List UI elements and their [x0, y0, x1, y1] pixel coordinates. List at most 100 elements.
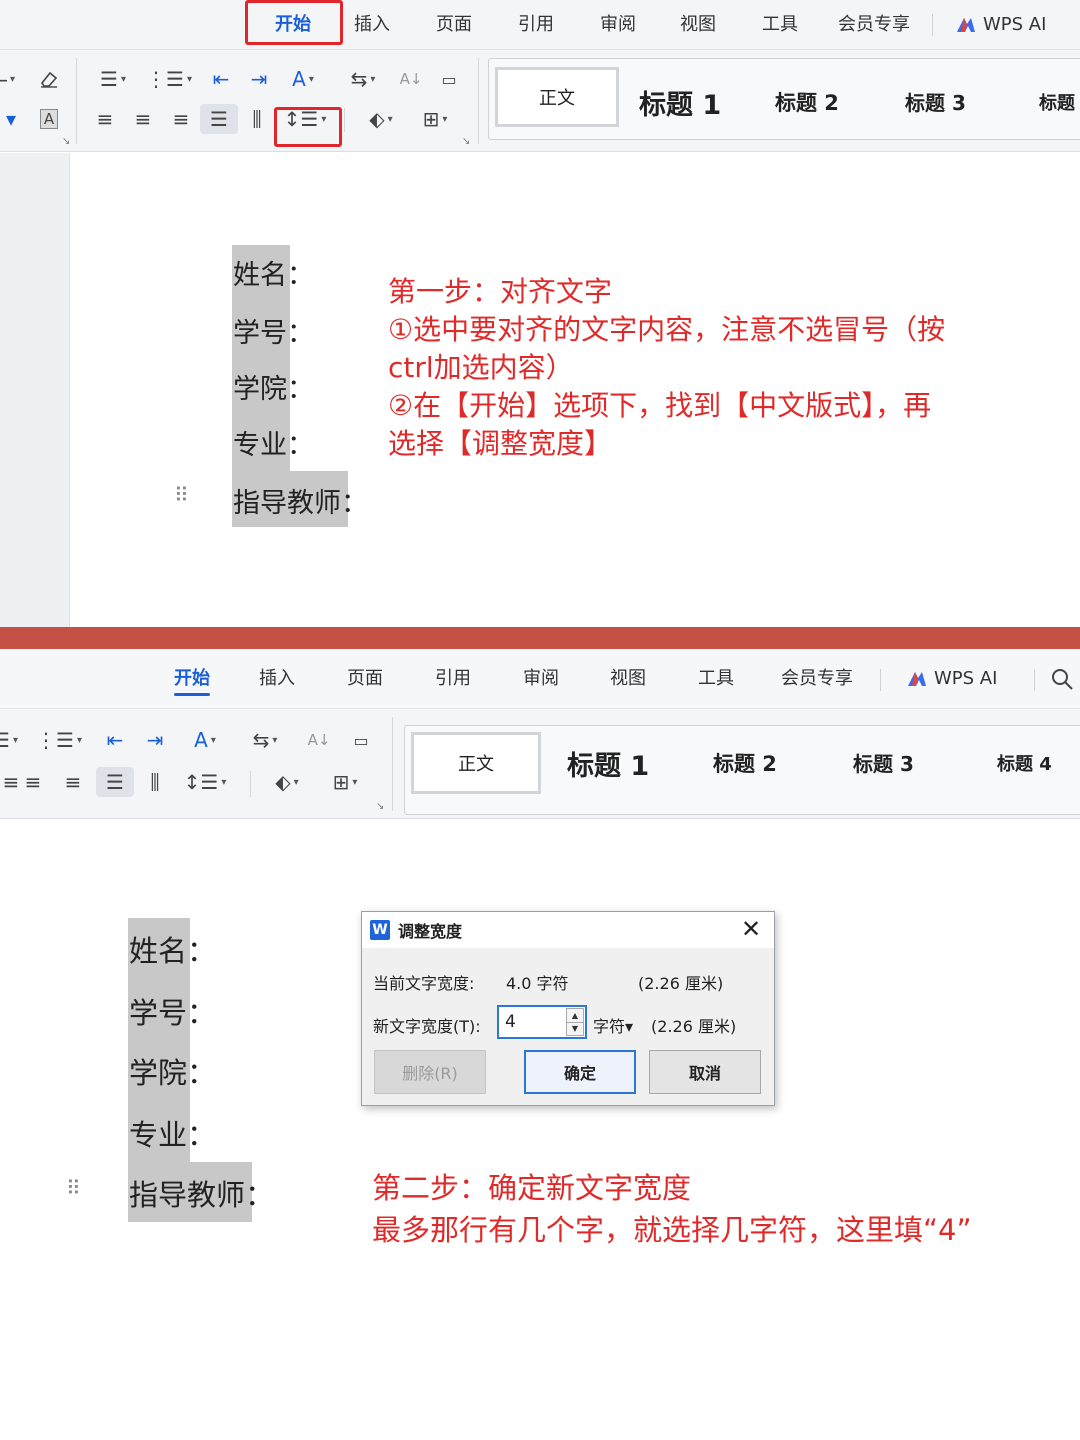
close-icon[interactable]: ✕	[738, 916, 764, 942]
align-right-icon[interactable]: ≡	[54, 767, 92, 797]
style-normal[interactable]: 正文	[411, 732, 541, 794]
field-colon: ：	[287, 430, 314, 461]
chinese-layout-icon[interactable]: A ▾	[284, 64, 322, 94]
style-heading1[interactable]: 标题 1	[567, 744, 649, 783]
style-heading1[interactable]: 标题 1	[639, 83, 721, 122]
drag-handle-icon[interactable]: ⠿	[174, 485, 189, 505]
sort-icon[interactable]: A↓	[300, 725, 338, 755]
spin-up-icon[interactable]: ▲	[567, 1009, 583, 1022]
drag-handle-icon[interactable]: ⠿	[66, 1178, 81, 1198]
search-icon[interactable]	[1050, 654, 1074, 704]
numbered-list-icon[interactable]: ⋮☰ ▾	[36, 725, 82, 755]
border-icon[interactable]: ⊞ ▾	[326, 767, 364, 797]
align-right-icon[interactable]: ≡	[162, 104, 200, 134]
tab-member[interactable]: 会员专享	[781, 654, 853, 704]
justify-icon[interactable]: ☰	[96, 767, 134, 797]
paragraph-group-launcher[interactable]: ↘	[376, 801, 384, 812]
bullet-list-icon[interactable]: ☰ ▾	[94, 64, 132, 94]
style-heading4[interactable]: 标题	[1039, 89, 1075, 115]
new-width-spinner[interactable]: ▲ ▼	[566, 1008, 584, 1036]
step1-line: ctrl加选内容）	[388, 351, 574, 384]
chinese-layout-icon[interactable]: A ▾	[186, 725, 224, 755]
style-heading3[interactable]: 标题 3	[853, 748, 914, 777]
field-major-label: 专业	[233, 430, 287, 461]
wps-ai-button[interactable]: WPS AI	[906, 654, 997, 704]
ribbon: ☰ ▾ ⋮☰ ▾ ⇤ ⇥ A ▾ ⇆ ▾ A↓ ▭ ≡ ≡ ≡ ☰ ⫼ ↕☰ ▾ ⬖ ▾ ⊞…	[0, 709, 1080, 819]
increase-indent-icon[interactable]: ⇥	[240, 64, 278, 94]
field-student-id: 学号：	[233, 311, 314, 350]
eraser-icon[interactable]	[30, 64, 68, 94]
bullet-list-icon[interactable]: ☰ ▾	[0, 725, 24, 755]
style-heading2[interactable]: 标题 2	[775, 87, 839, 117]
shading-icon[interactable]: ⬖ ▾	[268, 767, 306, 797]
increase-indent-icon[interactable]: ⇥	[136, 725, 174, 755]
distributed-icon[interactable]: ⫼	[238, 104, 276, 134]
font-group-launcher[interactable]: ↘	[62, 136, 70, 147]
text-direction-icon[interactable]: ⇆ ▾	[344, 64, 382, 94]
tab-home[interactable]: 开始	[275, 0, 311, 50]
sort-label: A↓	[399, 70, 423, 88]
align-center-icon[interactable]: ≡	[14, 767, 52, 797]
shading-icon[interactable]: ⬖ ▾	[362, 104, 400, 134]
tab-tools[interactable]: 工具	[698, 654, 734, 704]
tab-reference[interactable]: 引用	[435, 654, 471, 704]
field-advisor: 指导教师：	[233, 481, 368, 520]
field-college-label: 学院	[233, 374, 287, 405]
border-icon[interactable]: ⊞ ▾	[416, 104, 454, 134]
menu-bar: 开始 插入 页面 引用 审阅 视图 工具 会员专享 WPS AI	[0, 0, 1080, 50]
align-center-icon[interactable]: ≡	[124, 104, 162, 134]
field-major-label: 专业	[129, 1118, 188, 1152]
dialog-title: 调整宽度	[398, 922, 463, 941]
ribbon-separator-small	[250, 771, 251, 797]
document-page: 姓名： 学号： 学院： 专业： 指导教师： ⠿ 第一步：对齐文字 ①选中要对齐的…	[0, 153, 1080, 627]
show-marks-icon[interactable]: ▭	[430, 64, 468, 94]
sort-label: A↓	[307, 731, 331, 749]
field-major: 专业：	[233, 423, 314, 462]
tab-tools[interactable]: 工具	[762, 0, 798, 50]
tab-page[interactable]: 页面	[347, 654, 383, 704]
tab-view[interactable]: 视图	[680, 0, 716, 50]
font-color-icon[interactable]: ̶▾	[0, 64, 30, 94]
unit-dropdown[interactable]: 字符▾	[593, 1013, 633, 1037]
style-heading4[interactable]: 标题 4	[997, 750, 1052, 776]
tab-view[interactable]: 视图	[610, 654, 646, 704]
field-student-id: 学号：	[129, 990, 216, 1032]
ok-button[interactable]: 确定	[524, 1050, 636, 1094]
dialog-titlebar[interactable]: W 调整宽度 ✕	[362, 912, 774, 948]
field-colon: ：	[245, 1178, 275, 1212]
tab-review[interactable]: 审阅	[600, 0, 636, 50]
tab-insert[interactable]: 插入	[259, 654, 295, 704]
decrease-indent-icon[interactable]: ⇤	[202, 64, 240, 94]
char-shading-icon[interactable]: A	[30, 104, 68, 134]
tab-insert[interactable]: 插入	[354, 0, 390, 50]
tab-review[interactable]: 审阅	[523, 654, 559, 704]
tab-member[interactable]: 会员专享	[838, 0, 910, 50]
ribbon-separator-small	[344, 108, 345, 132]
tab-home[interactable]: 开始	[174, 654, 210, 704]
show-marks-icon[interactable]: ▭	[342, 725, 380, 755]
justify-icon[interactable]: ☰	[200, 104, 238, 134]
tab-reference[interactable]: 引用	[518, 0, 554, 50]
wps-ai-button[interactable]: WPS AI	[955, 0, 1046, 50]
cancel-button[interactable]: 取消	[649, 1050, 761, 1094]
field-name-label: 姓名	[233, 260, 287, 291]
tab-page[interactable]: 页面	[436, 0, 472, 50]
numbered-list-icon[interactable]: ⋮☰ ▾	[146, 64, 192, 94]
delete-button[interactable]: 删除(R)	[374, 1050, 486, 1094]
field-student-id-label: 学号	[233, 318, 287, 349]
paragraph-group-launcher[interactable]: ↘	[462, 136, 470, 147]
sort-icon[interactable]: A↓	[392, 64, 430, 94]
spin-down-icon[interactable]: ▼	[567, 1021, 583, 1036]
align-left-icon[interactable]: ≡	[86, 104, 124, 134]
line-spacing-icon[interactable]: ↕☰ ▾	[184, 767, 227, 797]
style-heading2[interactable]: 标题 2	[713, 748, 777, 778]
decrease-indent-icon[interactable]: ⇤	[96, 725, 134, 755]
style-heading3[interactable]: 标题 3	[905, 87, 966, 116]
field-advisor: 指导教师：	[129, 1172, 274, 1214]
distributed-icon[interactable]: ⫼	[136, 767, 174, 797]
style-normal[interactable]: 正文	[495, 67, 619, 127]
text-direction-icon[interactable]: ⇆ ▾	[246, 725, 284, 755]
highlight-icon[interactable]: ▾	[0, 104, 30, 134]
line-spacing-icon[interactable]: ↕☰ ▾	[284, 104, 327, 134]
field-advisor-label: 指导教师	[233, 488, 341, 519]
